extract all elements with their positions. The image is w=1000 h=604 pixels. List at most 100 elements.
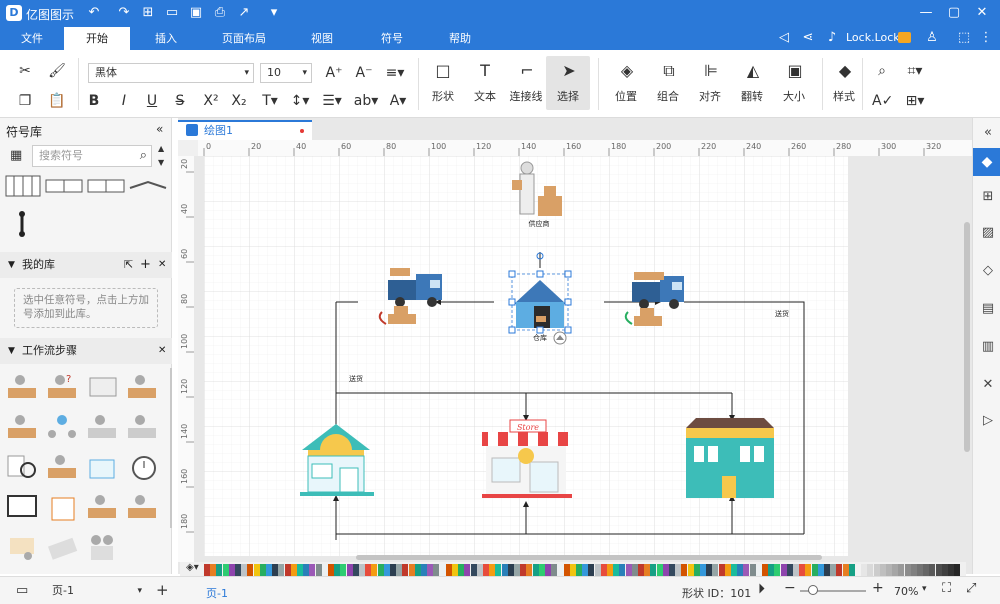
workflow-search[interactable] xyxy=(7,455,36,478)
color-swatch[interactable] xyxy=(817,564,824,576)
window-symbol[interactable] xyxy=(5,175,41,197)
layers-panel-icon[interactable]: ◇ xyxy=(979,262,997,280)
color-swatch[interactable] xyxy=(253,564,260,576)
color-swatch[interactable] xyxy=(489,564,496,576)
color-swatch[interactable] xyxy=(867,564,874,576)
color-swatch[interactable] xyxy=(737,564,744,576)
store-yellow-shape[interactable] xyxy=(686,418,774,498)
color-swatch[interactable] xyxy=(346,564,353,576)
color-swatch[interactable] xyxy=(328,564,334,576)
color-swatch[interactable] xyxy=(917,564,923,576)
color-swatch[interactable] xyxy=(879,564,886,576)
color-swatch[interactable] xyxy=(669,564,675,576)
shape-tool-label[interactable]: 形状 xyxy=(423,88,463,104)
color-swatch[interactable] xyxy=(222,564,229,576)
paint-bucket-icon[interactable]: ◆ xyxy=(834,62,856,80)
bullet-list-icon[interactable]: ☰▾ xyxy=(320,92,344,110)
color-swatch[interactable] xyxy=(452,564,458,576)
spell-check-icon[interactable]: A✓ xyxy=(872,92,893,110)
color-swatch[interactable] xyxy=(259,564,266,576)
user-name[interactable]: Lock.Lock xyxy=(846,31,900,44)
workflow-presenter[interactable] xyxy=(10,538,34,560)
increase-font-icon[interactable]: A⁺ xyxy=(324,64,344,82)
color-swatch[interactable] xyxy=(762,564,768,576)
panel-scrollbar[interactable] xyxy=(170,368,172,528)
color-swatch[interactable] xyxy=(507,564,514,576)
select-tool-label[interactable]: 选择 xyxy=(548,88,588,104)
color-swatch[interactable] xyxy=(433,564,440,576)
color-swatch[interactable] xyxy=(458,564,465,576)
bell-icon[interactable]: ♪ xyxy=(824,30,840,46)
color-swatch[interactable] xyxy=(935,564,942,576)
position-icon[interactable]: ◈ xyxy=(616,62,638,80)
symbol-search-input[interactable]: 搜索符号 ⌕ xyxy=(32,145,152,167)
add-library-icon[interactable]: + xyxy=(140,252,151,278)
color-swatch[interactable] xyxy=(278,564,285,576)
color-swatch[interactable] xyxy=(625,564,632,576)
send-icon[interactable]: ◁ xyxy=(776,30,792,46)
color-swatch[interactable] xyxy=(731,564,737,576)
color-swatch[interactable] xyxy=(780,564,787,576)
workflow-question-person[interactable]: ? xyxy=(48,374,76,398)
color-swatch[interactable] xyxy=(495,564,502,576)
print-icon[interactable]: ⎙ xyxy=(212,5,228,21)
color-swatch[interactable] xyxy=(588,564,595,576)
color-swatch[interactable] xyxy=(557,564,564,576)
more-icon[interactable]: ⋮ xyxy=(978,30,994,46)
workflow-calendar[interactable] xyxy=(89,459,115,479)
color-swatch[interactable] xyxy=(954,564,961,576)
color-swatch[interactable] xyxy=(855,564,861,576)
position-label[interactable]: 位置 xyxy=(606,88,646,104)
page-panel-icon[interactable]: ▤ xyxy=(979,300,997,318)
color-swatch[interactable] xyxy=(321,564,328,576)
menu-insert[interactable]: 插入 xyxy=(144,27,188,50)
panel-scroll-down-icon[interactable]: ▼ xyxy=(158,158,164,167)
color-swatch[interactable] xyxy=(830,564,837,576)
zoom-level[interactable]: 70% xyxy=(894,585,918,598)
share-icon[interactable]: ⋖ xyxy=(800,30,816,46)
color-swatch[interactable] xyxy=(743,564,750,576)
color-swatch[interactable] xyxy=(600,564,607,576)
font-family-select[interactable]: 黑体 ▾ xyxy=(88,63,254,83)
group-label[interactable]: 组合 xyxy=(648,88,688,104)
color-swatch[interactable] xyxy=(793,564,799,576)
copy-icon[interactable]: ❐ xyxy=(16,92,34,110)
save-icon[interactable]: ▣ xyxy=(188,5,204,21)
align-text-icon[interactable]: ≡▾ xyxy=(382,64,408,82)
color-swatch[interactable] xyxy=(873,564,880,576)
color-swatch[interactable] xyxy=(923,564,930,576)
data-panel-icon[interactable]: ▥ xyxy=(979,338,997,356)
color-swatch[interactable] xyxy=(786,564,793,576)
new-file-icon[interactable]: ⊞ xyxy=(140,5,156,21)
color-swatch[interactable] xyxy=(371,564,378,576)
workflow-network[interactable] xyxy=(48,415,76,438)
redo-icon[interactable]: ↷ xyxy=(116,5,132,21)
color-swatch[interactable] xyxy=(774,564,781,576)
color-swatch[interactable] xyxy=(613,564,620,576)
color-swatch[interactable] xyxy=(421,564,427,576)
shape-icon[interactable]: □ xyxy=(432,62,454,80)
color-swatch[interactable] xyxy=(724,564,731,576)
color-swatch[interactable] xyxy=(607,564,613,576)
color-swatch[interactable] xyxy=(476,564,483,576)
font-color-icon[interactable]: A▾ xyxy=(386,92,410,110)
color-swatch[interactable] xyxy=(650,564,657,576)
style-label[interactable]: 样式 xyxy=(824,88,864,104)
play-icon[interactable]: ⏵ xyxy=(758,581,765,597)
fill-panel-button[interactable]: ◆ xyxy=(973,148,1000,176)
fill-picker-icon[interactable]: ◈▾ xyxy=(186,562,199,573)
color-swatch[interactable] xyxy=(396,564,403,576)
color-swatch[interactable] xyxy=(700,564,706,576)
italic-icon[interactable]: I xyxy=(116,92,132,110)
document-tab[interactable]: 绘图1 xyxy=(178,120,312,140)
color-swatch[interactable] xyxy=(718,564,725,576)
color-swatch[interactable] xyxy=(576,564,582,576)
workflow-checklist[interactable] xyxy=(51,497,75,521)
zoom-in-icon[interactable]: + xyxy=(872,580,884,596)
maximize-icon[interactable]: ▢ xyxy=(946,5,962,21)
color-swatch[interactable] xyxy=(836,564,843,576)
grid-panel-icon[interactable]: ⊞ xyxy=(979,188,997,206)
color-swatch[interactable] xyxy=(948,564,954,576)
text-tool-label[interactable]: 文本 xyxy=(465,88,505,104)
zoom-slider-thumb[interactable] xyxy=(808,585,818,595)
